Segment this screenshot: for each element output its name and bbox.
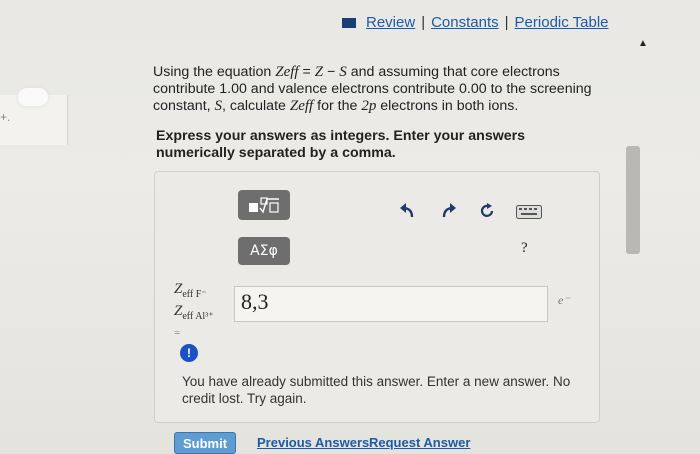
reset-icon[interactable] — [478, 202, 496, 220]
periodic-table-link[interactable]: Periodic Table — [515, 14, 609, 31]
templates-icon — [249, 197, 279, 214]
help-button[interactable]: ? — [521, 240, 528, 257]
redo-icon[interactable] — [440, 202, 458, 220]
review-link[interactable]: Review — [366, 14, 415, 31]
constants-link[interactable]: Constants — [431, 14, 499, 31]
keyboard-icon[interactable] — [516, 205, 542, 219]
top-navigation: Review | Constants | Periodic Table — [342, 14, 609, 31]
scroll-up-arrow-icon[interactable]: ▲ — [638, 38, 648, 49]
previous-answers-link[interactable]: Previous Answers — [257, 435, 369, 450]
alert-icon: ! — [180, 344, 198, 362]
answer-label: Zeff F⁻ Zeff Al³⁺ = — [174, 281, 214, 339]
scrollbar-thumb[interactable] — [626, 146, 640, 254]
templates-button[interactable] — [238, 190, 290, 220]
feedback-message: You have already submitted this answer. … — [182, 374, 571, 406]
review-icon — [342, 17, 356, 28]
unit-label: e⁻ — [558, 293, 570, 307]
nav-separator: | — [421, 14, 426, 31]
request-answer-link[interactable]: Request Answer — [369, 435, 470, 450]
answer-instructions: Express your answers as integers. Enter … — [156, 128, 526, 161]
plus-icon: +. — [0, 110, 11, 124]
undo-icon[interactable] — [398, 202, 416, 220]
submit-button[interactable]: Submit — [174, 432, 236, 454]
nav-separator: | — [504, 14, 509, 31]
answer-input[interactable]: 8,3 — [234, 286, 548, 322]
question-text: Using the equation Zeff = Z − S and assu… — [153, 64, 592, 114]
greek-symbols-button[interactable]: ΑΣφ — [238, 237, 290, 265]
left-tab-handle[interactable] — [18, 88, 48, 106]
